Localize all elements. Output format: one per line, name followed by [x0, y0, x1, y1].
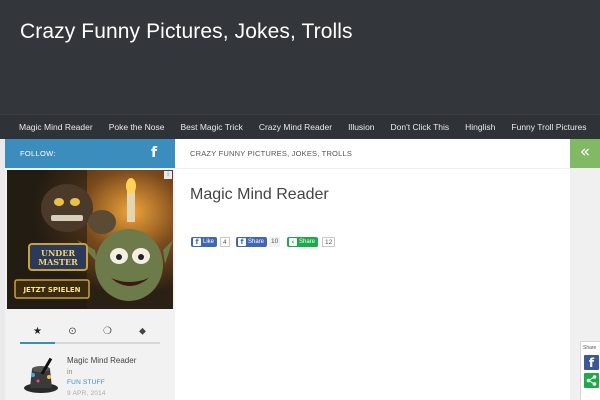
svg-text:JETZT SPIELEN: JETZT SPIELEN: [22, 286, 80, 294]
green-share-button[interactable]: ‹ Share: [287, 237, 319, 247]
share-count: 10: [269, 237, 281, 247]
like-count: 4: [220, 237, 230, 247]
ad-choice-icon[interactable]: i: [164, 171, 172, 179]
site-header: Crazy Funny Pictures, Jokes, Trolls: [0, 0, 600, 114]
page-title: Magic Mind Reader: [190, 186, 329, 203]
magic-hat-icon: [24, 357, 58, 393]
post-thumbnail[interactable]: [21, 355, 61, 395]
breadcrumb[interactable]: CRAZY FUNNY PICTURES, JOKES, TROLLS: [190, 139, 352, 169]
nav-item-illusion[interactable]: Illusion: [340, 115, 382, 140]
nav-item-magic-mind-reader[interactable]: Magic Mind Reader: [11, 115, 101, 140]
share-label: Share: [248, 239, 265, 245]
nav-item-best-magic-trick[interactable]: Best Magic Trick: [172, 115, 250, 140]
nav-item-crazy-mind-reader[interactable]: Crazy Mind Reader: [251, 115, 340, 140]
site-title[interactable]: Crazy Funny Pictures, Jokes, Trolls: [20, 20, 353, 44]
facebook-like-button[interactable]: f Like: [191, 237, 218, 247]
nav-item-dont-click-this[interactable]: Don't Click This: [383, 115, 458, 140]
nav-item-poke-the-nose[interactable]: Poke the Nose: [101, 115, 173, 140]
facebook-icon[interactable]: f: [147, 145, 161, 162]
share-icon: ‹: [289, 238, 297, 246]
follow-bar: FOLLOW: f: [5, 139, 175, 168]
facebook-icon[interactable]: f: [584, 355, 599, 370]
share-icon[interactable]: [584, 373, 599, 388]
post-in-label: in: [67, 369, 73, 376]
share-widget-label: Share: [583, 345, 597, 351]
breadcrumb-bar: CRAZY FUNNY PICTURES, JOKES, TROLLS: [175, 139, 570, 169]
like-label: Like: [203, 239, 215, 245]
share-glyph: [586, 375, 597, 386]
collapse-sidebar-icon[interactable]: «: [570, 139, 600, 168]
post-title[interactable]: Magic Mind Reader: [67, 356, 136, 365]
floating-share-widget: Share f: [580, 341, 600, 400]
ad-artwork: UNDER MASTER JETZT SPIELEN: [7, 170, 173, 309]
post-category-link[interactable]: FUN STUFF: [67, 379, 105, 386]
ad-banner[interactable]: UNDER MASTER JETZT SPIELEN i: [7, 170, 173, 309]
post-date: 9 APR, 2014: [67, 390, 106, 397]
facebook-icon: f: [238, 238, 246, 246]
comments-icon[interactable]: ❍: [90, 323, 125, 344]
main-nav: Magic Mind Reader Poke the Nose Best Mag…: [0, 114, 600, 139]
facebook-share-button[interactable]: f Share: [236, 237, 268, 247]
facebook-icon: f: [193, 238, 201, 246]
nav-item-hinglish[interactable]: Hinglish: [457, 115, 503, 140]
green-share-count: 12: [322, 237, 336, 247]
svg-text:MASTER: MASTER: [38, 257, 78, 267]
tags-icon[interactable]: ⬥: [125, 323, 160, 344]
nav-item-funny-troll-pictures[interactable]: Funny Troll Pictures: [503, 115, 594, 140]
clock-icon[interactable]: ⊙: [55, 323, 90, 344]
sidebar: FOLLOW: f UNDER MASTER JETZT SPIELEN i ★…: [5, 139, 175, 400]
follow-label: FOLLOW:: [20, 149, 56, 158]
star-icon[interactable]: ★: [20, 323, 55, 344]
main-content: CRAZY FUNNY PICTURES, JOKES, TROLLS Magi…: [175, 139, 570, 400]
green-share-label: Share: [299, 239, 316, 245]
sidebar-tabs: ★ ⊙ ❍ ⬥: [20, 323, 160, 344]
